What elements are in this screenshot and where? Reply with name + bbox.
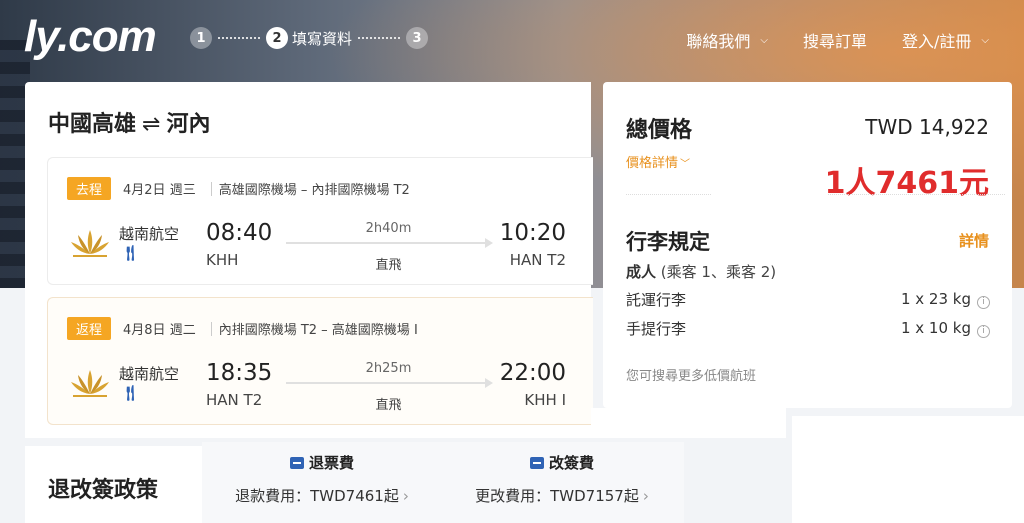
step-1: 1	[190, 27, 212, 49]
chevron-right-icon: ›	[402, 487, 409, 505]
leg-date: 4月8日 週二	[123, 323, 196, 338]
panel-background	[792, 416, 1024, 523]
info-icon[interactable]: i	[977, 295, 990, 309]
flight-type: 直飛	[375, 258, 402, 273]
fee-panel: 退票費 退款費用：TWD7461起 › 改簽費 更改費用：TWD7157起 ›	[202, 442, 684, 523]
policy-card: 退改簽政策	[25, 446, 202, 523]
meal-icon: 🍴︎	[121, 384, 141, 402]
passenger-row: 成人 (乘客 1、乘客 2)	[626, 261, 990, 282]
per-person-price: 1人7461元	[824, 166, 989, 201]
divider	[210, 181, 212, 196]
ticket-icon	[289, 456, 304, 469]
nav-contact-label: 聯絡我們	[686, 32, 751, 51]
total-price-label: 總價格	[626, 118, 693, 143]
site-logo[interactable]: ly.com	[24, 12, 157, 62]
price-detail-link[interactable]: 價格詳情 ﹀	[626, 152, 690, 171]
nav-search-orders[interactable]: 搜尋訂單	[803, 28, 867, 52]
nav-login[interactable]: 登入/註冊 ⌵	[902, 28, 989, 52]
return-leg[interactable]: 返程 4月8日 週二 內排國際機場 T2 – 高雄國際機場 I 越南航空 🍴︎ …	[47, 297, 593, 425]
airline-name: 越南航空	[119, 225, 180, 243]
carry-on-baggage-row: 手提行李 1 x 10 kg i	[626, 318, 990, 339]
chevron-right-icon: ›	[642, 487, 649, 505]
checked-baggage-label: 託運行李	[626, 291, 687, 309]
leg-airports: 高雄國際機場 – 內排國際機場 T2	[218, 183, 410, 198]
info-icon[interactable]: i	[977, 324, 990, 338]
swap-icon: ⇌	[142, 112, 161, 137]
policy-title: 退改簽政策	[48, 478, 159, 503]
route-destination: 河內	[166, 112, 211, 137]
arrow-right-icon	[286, 238, 493, 248]
checked-baggage-row: 託運行李 1 x 23 kg i	[626, 289, 990, 310]
baggage-title: 行李規定	[626, 230, 710, 254]
step-3: 3	[406, 27, 429, 49]
departure-time: 18:35	[206, 360, 273, 386]
leg-header: 返程 4月8日 週二 內排國際機場 T2 – 高雄國際機場 I	[67, 317, 418, 340]
divider	[626, 194, 711, 195]
panel-background	[591, 408, 786, 438]
airline-name: 越南航空	[119, 365, 180, 383]
more-flights-link[interactable]: 您可搜尋更多低價航班	[626, 365, 756, 384]
vietnam-airlines-logo-icon	[71, 230, 109, 257]
step-connector	[358, 37, 401, 39]
nav-login-label: 登入/註冊	[902, 32, 972, 51]
departure-code: KHH	[206, 251, 239, 269]
ticket-icon	[529, 456, 544, 469]
flight-type: 直飛	[375, 398, 402, 413]
progress-steps: 1 2 填寫資料 3	[190, 27, 429, 49]
divider	[828, 194, 1005, 195]
arrival-time: 22:00	[499, 360, 566, 386]
change-fee-label: 改簽費	[548, 454, 594, 472]
departure-code: HAN T2	[206, 391, 263, 409]
vietnam-airlines-logo-icon	[71, 370, 109, 397]
meal-icon: 🍴︎	[121, 244, 141, 262]
departure-time: 08:40	[206, 220, 273, 246]
flight-duration: 2h25m	[365, 361, 412, 376]
leg-header: 去程 4月2日 週三 高雄國際機場 – 內排國際機場 T2	[67, 177, 410, 200]
chevron-down-icon: ⌵	[981, 34, 989, 46]
price-detail-label: 價格詳情	[626, 156, 679, 171]
refund-fee-label: 退票費	[308, 454, 354, 472]
step-connector	[218, 37, 260, 39]
outbound-leg[interactable]: 去程 4月2日 週三 高雄國際機場 – 內排國際機場 T2 越南航空 🍴︎ 08…	[47, 157, 593, 285]
carry-on-baggage-label: 手提行李	[626, 320, 687, 338]
leg-tag: 返程	[67, 317, 112, 340]
step-2: 2	[266, 27, 288, 49]
checked-baggage-value: 1 x 23 kg	[900, 290, 971, 309]
leg-date: 4月2日 週三	[123, 183, 196, 198]
route-origin: 中國高雄	[48, 112, 137, 137]
baggage-detail-link[interactable]: 詳情	[959, 230, 989, 251]
top-nav: 聯絡我們 ⌵ 搜尋訂單 登入/註冊 ⌵	[686, 28, 1024, 52]
refund-fee-value: 退款費用：TWD7461起	[235, 487, 399, 505]
arrow-right-icon	[286, 378, 493, 388]
passenger-type: 成人	[626, 263, 657, 281]
chevron-down-icon: ⌵	[760, 34, 768, 46]
carry-on-baggage-value: 1 x 10 kg	[900, 319, 971, 338]
route-title: 中國高雄 ⇌ 河內	[48, 106, 210, 138]
arrival-code: KHH I	[524, 391, 566, 409]
chevron-down-icon: ﹀	[680, 159, 691, 170]
step-2-label: 填寫資料	[292, 29, 353, 48]
divider	[210, 321, 212, 336]
price-card: 總價格 TWD 14,922 價格詳情 ﹀ 1人7461元 行李規定 詳情 成人 …	[603, 82, 1012, 408]
leg-tag: 去程	[67, 177, 112, 200]
flight-card: 中國高雄 ⇌ 河內 去程 4月2日 週三 高雄國際機場 – 內排國際機場 T2 越南…	[25, 82, 593, 438]
flight-duration: 2h40m	[365, 221, 412, 236]
nav-contact[interactable]: 聯絡我們 ⌵	[686, 28, 768, 52]
change-fee[interactable]: 改簽費 更改費用：TWD7157起 ›	[442, 452, 682, 506]
change-fee-value: 更改費用：TWD7157起	[475, 487, 639, 505]
total-price-value: TWD 14,922	[865, 115, 989, 139]
arrival-time: 10:20	[499, 220, 566, 246]
refund-fee[interactable]: 退票費 退款費用：TWD7461起 ›	[202, 452, 442, 506]
nav-search-orders-label: 搜尋訂單	[802, 32, 867, 51]
leg-airports: 內排國際機場 T2 – 高雄國際機場 I	[218, 323, 418, 338]
arrival-code: HAN T2	[509, 251, 566, 269]
passenger-list: (乘客 1、乘客 2)	[660, 263, 777, 281]
